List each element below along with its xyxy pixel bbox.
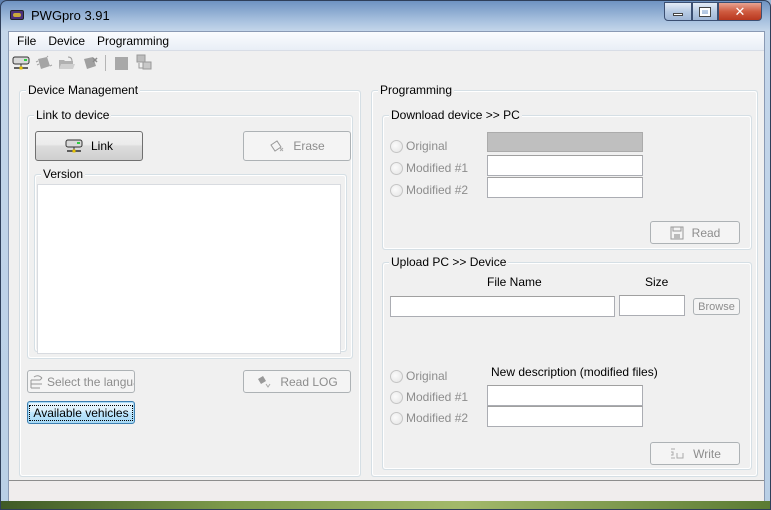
size-input[interactable] bbox=[619, 295, 685, 316]
version-title: Version bbox=[41, 167, 86, 181]
version-textarea[interactable] bbox=[37, 184, 341, 354]
select-language-label: Select the language bbox=[47, 374, 134, 389]
read-log-label: Read LOG bbox=[280, 374, 338, 389]
select-language-button[interactable]: Select the language bbox=[27, 370, 135, 393]
close-icon: ✕ bbox=[734, 3, 746, 19]
upload-modified1-field[interactable] bbox=[487, 385, 643, 406]
device-management-group: Device Management Link to device Link Er… bbox=[19, 83, 361, 477]
stop-icon[interactable] bbox=[111, 54, 131, 72]
link-button-label: Link bbox=[90, 139, 113, 153]
erase-chip-icon[interactable] bbox=[80, 54, 100, 72]
minimize-button[interactable] bbox=[664, 2, 692, 21]
download-modified1-field[interactable] bbox=[487, 155, 643, 176]
upload-original-radio[interactable]: Original bbox=[390, 369, 447, 383]
new-description-label: New description (modified files) bbox=[491, 365, 658, 379]
file-name-label: File Name bbox=[487, 275, 542, 289]
network-computers-icon[interactable] bbox=[134, 54, 154, 72]
radio-indicator bbox=[390, 390, 403, 404]
menu-device[interactable]: Device bbox=[42, 32, 91, 51]
status-bar bbox=[9, 480, 764, 502]
link-device-icon[interactable] bbox=[11, 54, 31, 72]
radio-indicator bbox=[390, 183, 403, 197]
device-management-title: Device Management bbox=[26, 83, 141, 97]
app-icon[interactable] bbox=[10, 10, 24, 20]
upload-modified2-field[interactable] bbox=[487, 406, 643, 427]
select-language-icon bbox=[30, 374, 44, 390]
link-to-device-group: Link to device Link Erase Version bbox=[27, 108, 353, 359]
download-title: Download device >> PC bbox=[389, 108, 522, 122]
download-original-field bbox=[487, 132, 643, 152]
write-button-label: Write bbox=[693, 446, 721, 461]
version-group: Version bbox=[34, 167, 347, 354]
upload-group: Upload PC >> Device File Name Size Brows… bbox=[382, 255, 752, 470]
menu-bar: File Device Programming bbox=[9, 32, 764, 51]
open-folder-icon[interactable] bbox=[57, 54, 77, 72]
file-name-input[interactable] bbox=[390, 296, 615, 317]
radio-indicator bbox=[390, 161, 403, 175]
link-button[interactable]: Link bbox=[35, 131, 143, 161]
upload-modified1-radio[interactable]: Modified #1 bbox=[390, 390, 468, 404]
available-vehicles-label: Available vehicles bbox=[29, 404, 133, 421]
client-area: File Device Programming Device Managemen… bbox=[8, 31, 765, 503]
read-log-icon bbox=[256, 375, 272, 389]
read-button-label: Read bbox=[691, 225, 721, 240]
app-window: PWGpro 3.91 ✕ File Device Programming De… bbox=[0, 0, 771, 510]
write-device-icon bbox=[669, 447, 685, 461]
save-disk-icon bbox=[670, 226, 684, 240]
read-log-button[interactable]: Read LOG bbox=[243, 370, 351, 393]
read-button[interactable]: Read bbox=[650, 221, 740, 244]
radio-label: Modified #1 bbox=[406, 161, 469, 175]
download-original-radio[interactable]: Original bbox=[390, 139, 447, 153]
browse-button[interactable]: Browse bbox=[693, 298, 740, 315]
size-label: Size bbox=[645, 275, 669, 289]
close-button[interactable]: ✕ bbox=[718, 2, 762, 21]
browse-button-label: Browse bbox=[698, 300, 735, 313]
erase-button[interactable]: Erase bbox=[243, 131, 351, 161]
toolbar bbox=[11, 53, 157, 73]
upload-modified2-radio[interactable]: Modified #2 bbox=[390, 411, 468, 425]
radio-label: Modified #2 bbox=[406, 183, 469, 197]
download-modified1-radio[interactable]: Modified #1 bbox=[390, 161, 468, 175]
download-modified2-radio[interactable]: Modified #2 bbox=[390, 183, 468, 197]
maximize-icon bbox=[699, 6, 711, 17]
radio-label: Modified #2 bbox=[406, 411, 469, 425]
toolbar-separator bbox=[105, 55, 106, 71]
radio-label: Original bbox=[406, 369, 448, 383]
minimize-icon bbox=[673, 13, 683, 16]
erase-icon bbox=[269, 139, 285, 153]
title-bar[interactable]: PWGpro 3.91 ✕ bbox=[1, 1, 770, 31]
erase-button-label: Erase bbox=[293, 139, 325, 153]
write-button[interactable]: Write bbox=[650, 442, 740, 465]
menu-file[interactable]: File bbox=[11, 32, 42, 51]
radio-indicator bbox=[390, 369, 403, 383]
radio-indicator bbox=[390, 139, 403, 153]
radio-label: Modified #1 bbox=[406, 390, 469, 404]
available-vehicles-button[interactable]: Available vehicles bbox=[27, 401, 135, 424]
link-to-device-title: Link to device bbox=[34, 108, 112, 122]
chip-icon[interactable] bbox=[34, 54, 54, 72]
menu-programming[interactable]: Programming bbox=[91, 32, 175, 51]
download-group: Download device >> PC Original Modified … bbox=[382, 108, 752, 250]
link-device-icon bbox=[65, 138, 83, 154]
window-title: PWGpro 3.91 bbox=[31, 8, 110, 23]
radio-indicator bbox=[390, 411, 403, 425]
programming-title: Programming bbox=[378, 83, 455, 97]
programming-group: Programming Download device >> PC Origin… bbox=[371, 83, 758, 477]
download-modified2-field[interactable] bbox=[487, 177, 643, 198]
maximize-button[interactable] bbox=[692, 2, 718, 21]
upload-title: Upload PC >> Device bbox=[389, 255, 509, 269]
radio-label: Original bbox=[406, 139, 448, 153]
